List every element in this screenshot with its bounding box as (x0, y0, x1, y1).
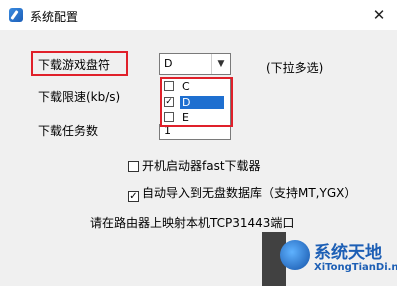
watermark: 系统天地 XiTongTianDi.net (262, 232, 397, 286)
close-button[interactable]: ✕ (361, 0, 397, 30)
watermark-url: XiTongTianDi.net (314, 262, 397, 273)
chevron-down-icon[interactable]: ▼ (211, 54, 230, 74)
speed-limit-label: 下载限速(kb/s) (38, 90, 121, 104)
system-config-window: 系统配置 ✕ 下载游戏盘符 下载限速(kb/s) 下载任务数 D ▼ (下拉多选… (0, 0, 397, 286)
watermark-text: 系统天地 (314, 243, 382, 263)
port-mapping-note: 请在路由器上映射本机TCP31443端口 (90, 216, 295, 230)
task-count-label: 下载任务数 (38, 124, 99, 138)
app-icon (9, 8, 23, 22)
title-bar: 系统配置 ✕ (0, 0, 397, 30)
fast-downloader-checkbox-row[interactable]: 开机启动器fast下载器 (128, 157, 261, 174)
dropdown-highlight (160, 77, 233, 127)
game-disk-label: 下载游戏盘符 (38, 58, 111, 72)
fast-downloader-label: 开机启动器fast下载器 (142, 159, 261, 173)
watermark-logo-icon (280, 240, 310, 270)
auto-import-label: 自动导入到无盘数据库（支持MT,YGX） (142, 186, 357, 200)
auto-import-checkbox-row[interactable]: ✓ 自动导入到无盘数据库（支持MT,YGX） (128, 184, 356, 202)
window-title: 系统配置 (30, 10, 79, 24)
game-disk-value: D (164, 57, 173, 70)
game-disk-combobox[interactable]: D ▼ (159, 53, 231, 75)
game-disk-hint: (下拉多选) (266, 61, 324, 75)
auto-import-checkbox[interactable]: ✓ (128, 191, 139, 202)
fast-downloader-checkbox[interactable] (128, 161, 139, 172)
